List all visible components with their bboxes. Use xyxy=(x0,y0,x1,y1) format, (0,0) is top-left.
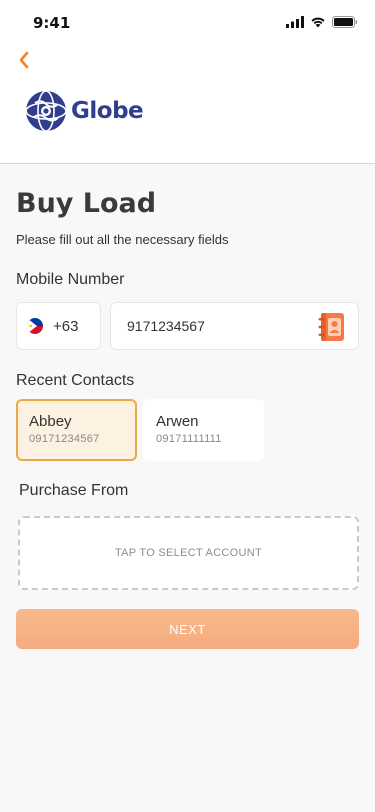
mobile-number-field[interactable] xyxy=(110,302,359,350)
status-time: 9:41 xyxy=(33,14,71,32)
contact-card-arwen[interactable]: Arwen 09171111111 xyxy=(143,399,264,461)
philippines-flag-icon xyxy=(27,318,43,334)
contact-card-abbey[interactable]: Abbey 09171234567 xyxy=(16,399,137,461)
page-subtitle: Please fill out all the necessary fields xyxy=(16,232,229,247)
address-book-icon[interactable] xyxy=(318,312,346,342)
contact-number: 09171234567 xyxy=(29,433,100,445)
status-bar: 9:41 xyxy=(0,0,375,44)
status-icons xyxy=(286,15,358,29)
page-title: Buy Load xyxy=(16,188,157,219)
wifi-icon xyxy=(311,17,325,28)
country-code-selector[interactable]: +63 xyxy=(16,302,101,350)
chevron-left-icon xyxy=(19,51,29,69)
recent-contacts-label: Recent Contacts xyxy=(16,372,135,389)
app-header: 9:41 Globe xyxy=(0,0,375,164)
select-account-button[interactable]: TAP TO SELECT ACCOUNT xyxy=(18,516,359,590)
battery-icon xyxy=(332,16,358,28)
mobile-number-label: Mobile Number xyxy=(16,271,125,288)
country-code: +63 xyxy=(53,317,79,335)
cellular-signal-icon xyxy=(286,16,304,28)
next-button[interactable]: NEXT xyxy=(16,609,359,649)
contact-number: 09171111111 xyxy=(156,433,222,445)
contact-name: Abbey xyxy=(29,413,72,430)
contact-name: Arwen xyxy=(156,413,199,430)
purchase-from-label: Purchase From xyxy=(19,482,129,499)
brand-name: Globe xyxy=(71,98,144,124)
select-account-placeholder: TAP TO SELECT ACCOUNT xyxy=(114,547,263,559)
mobile-number-input[interactable] xyxy=(127,318,307,334)
back-button[interactable] xyxy=(12,48,36,72)
globe-logo-icon xyxy=(25,90,67,132)
globe-logo: Globe xyxy=(25,90,144,132)
